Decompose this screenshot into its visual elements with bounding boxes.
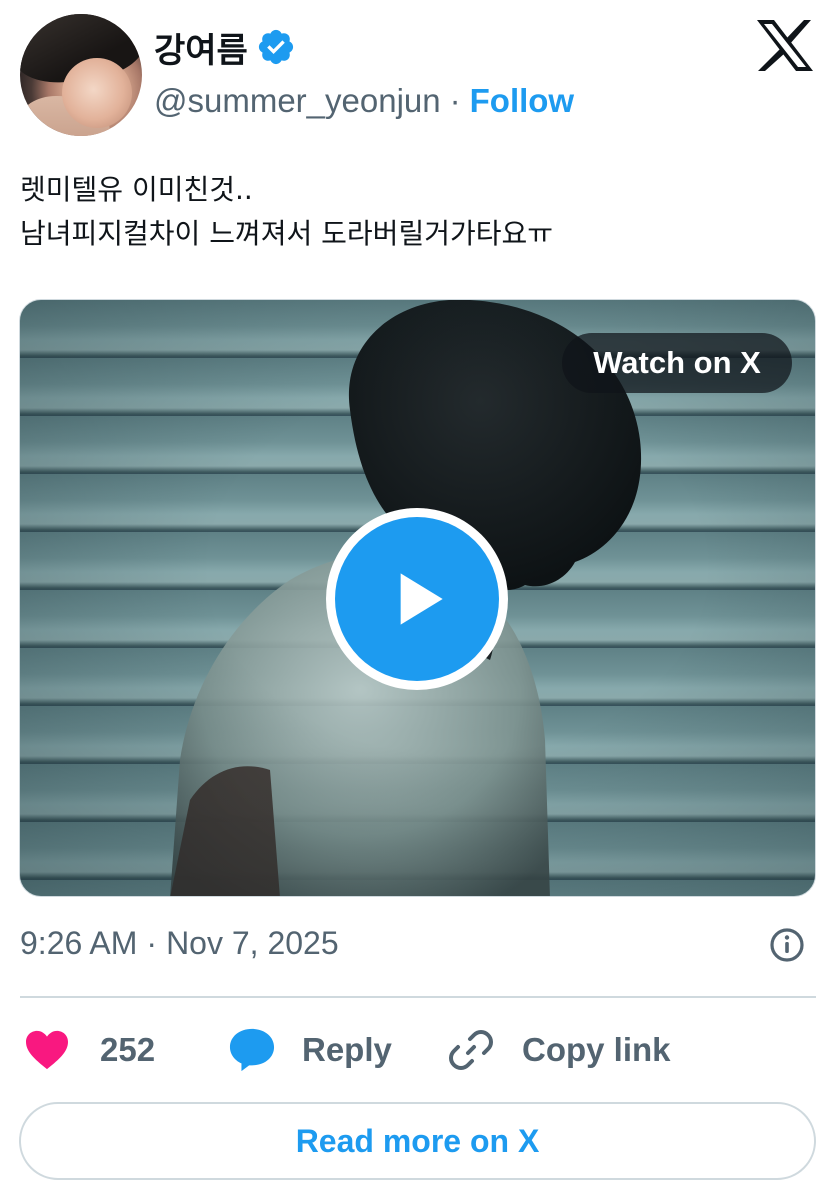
- follow-button[interactable]: Follow: [470, 82, 574, 120]
- tweet-text-line: 렛미텔유 이미친것..: [20, 173, 253, 206]
- copy-link-label: Copy link: [522, 1031, 671, 1068]
- author-handle-row: @summer_yeonjun · Follow: [154, 78, 574, 124]
- read-more-button[interactable]: Read more on X: [19, 1102, 816, 1180]
- watch-on-x-button[interactable]: Watch on X: [562, 333, 792, 393]
- tweet-text: 렛미텔유 이미친것.. 남녀피지컬차이 느껴져서 도라버릴거가타요ㅠ: [20, 168, 810, 256]
- reply-label: Reply: [302, 1031, 392, 1068]
- actions-divider: [20, 996, 816, 998]
- heart-icon: [26, 1030, 68, 1070]
- reply-bubble-icon: [229, 1028, 275, 1072]
- tweet-text-line: 남녀피지컬차이 느껴져서 도라버릴거가타요ㅠ: [20, 217, 554, 250]
- author-name-row: 강여름: [154, 22, 296, 72]
- avatar[interactable]: [20, 14, 142, 136]
- timestamp-separator: ·: [146, 924, 158, 961]
- tweet-header: 강여름 @summer_yeonjun · Follow: [0, 0, 833, 150]
- link-icon: [449, 1030, 493, 1070]
- author-display-name[interactable]: 강여름: [154, 23, 248, 72]
- author-handle[interactable]: @summer_yeonjun: [154, 82, 441, 120]
- avatar-face: [62, 58, 132, 128]
- reply-button[interactable]: Reply: [228, 1020, 392, 1080]
- tweet-date: Nov 7, 2025: [166, 924, 339, 961]
- copy-link-button[interactable]: Copy link: [448, 1020, 671, 1080]
- like-count: 252: [100, 1031, 156, 1068]
- x-logo-icon[interactable]: [755, 18, 815, 73]
- play-button[interactable]: [326, 508, 508, 690]
- tweet-timestamp[interactable]: 9:26 AM · Nov 7, 2025: [20, 920, 339, 966]
- tweet-actions: 252 Reply Copy link: [0, 1020, 833, 1080]
- like-button[interactable]: 252: [24, 1020, 155, 1080]
- verified-badge-icon: [256, 27, 296, 67]
- play-icon: [335, 517, 499, 681]
- handle-separator: ·: [449, 82, 461, 119]
- tweet-time: 9:26 AM: [20, 924, 138, 961]
- info-icon[interactable]: [768, 926, 806, 964]
